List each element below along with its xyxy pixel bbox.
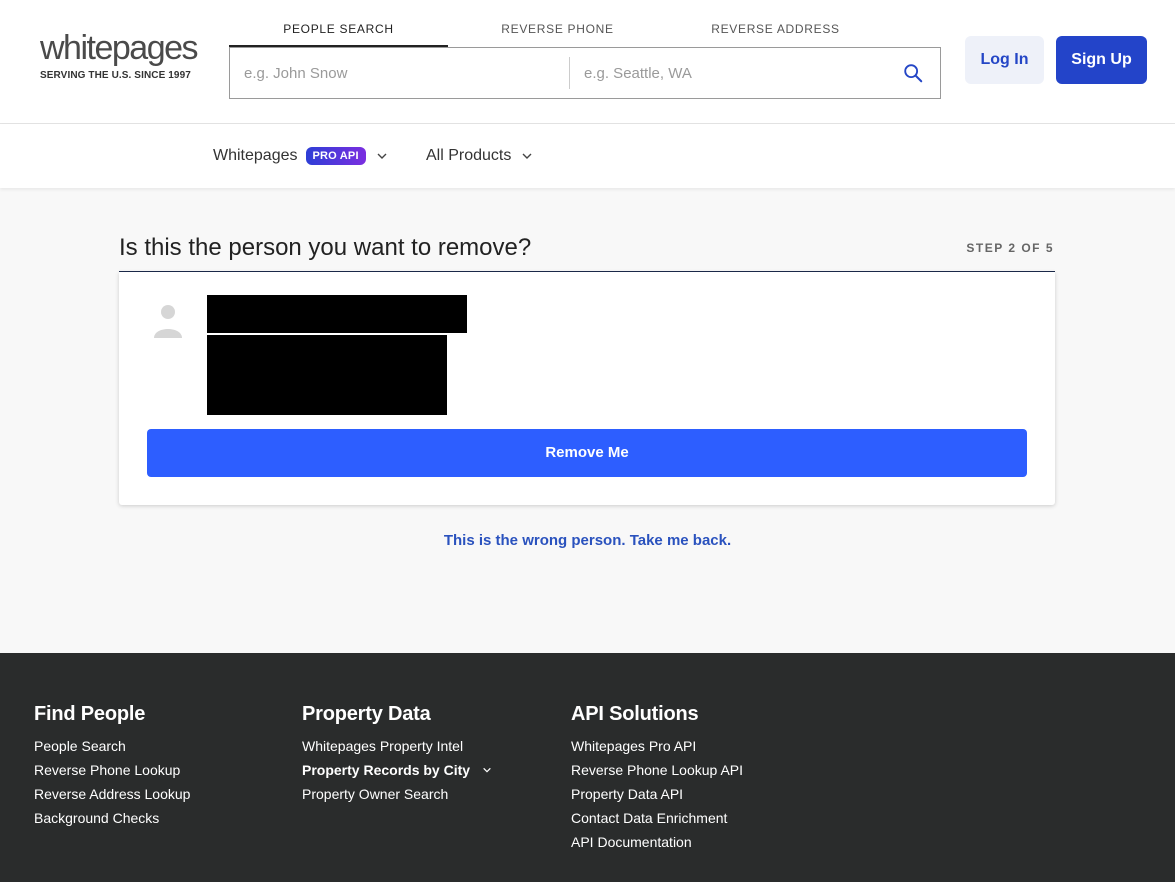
chevron-down-icon [483,767,491,773]
sub-navigation: Whitepages PRO API All Products [0,124,1175,188]
footer-link-people-search[interactable]: People Search [34,734,190,758]
whitepages-pro-menu[interactable]: Whitepages PRO API [213,124,388,188]
tab-people-search[interactable]: PEOPLE SEARCH [229,14,448,47]
page-title: Is this the person you want to remove? [119,234,532,261]
footer-column-find-people: Find People People Search Reverse Phone … [34,703,190,830]
search-box [229,47,941,99]
chevron-down-icon [522,153,532,159]
footer-column-api-solutions: API Solutions Whitepages Pro API Reverse… [571,703,743,854]
whitepages-logo[interactable]: whitepages SERVING THE U.S. SINCE 1997 [40,29,199,86]
footer-heading: Property Data [302,703,431,725]
login-button[interactable]: Log In [965,36,1044,84]
logo-wordmark: whitepages [40,29,199,67]
person-icon [154,305,182,338]
search-tabs: PEOPLE SEARCH REVERSE PHONE REVERSE ADDR… [229,14,886,47]
wrong-person-back-link[interactable]: This is the wrong person. Take me back. [0,532,1175,549]
site-footer: Find People People Search Reverse Phone … [0,653,1175,882]
all-products-label: All Products [426,147,512,164]
pro-api-badge: PRO API [305,147,366,165]
search-icon [904,64,923,83]
step-indicator: STEP 2 OF 5 [966,241,1054,255]
tab-reverse-phone[interactable]: REVERSE PHONE [448,14,667,47]
footer-link-property-records-by-city[interactable]: Property Records by City [302,758,492,782]
name-search-input[interactable] [230,48,569,98]
footer-column-property-data: Property Data Whitepages Property Intel … [302,703,492,806]
redacted-name [207,295,467,333]
remove-me-button[interactable]: Remove Me [147,429,1027,477]
footer-link-property-intel[interactable]: Whitepages Property Intel [302,734,492,758]
tab-reverse-address[interactable]: REVERSE ADDRESS [666,14,885,47]
footer-heading: Find People [34,703,146,725]
site-header: whitepages SERVING THE U.S. SINCE 1997 P… [0,0,1175,124]
footer-link-api-documentation[interactable]: API Documentation [571,830,743,854]
footer-link-reverse-address-lookup[interactable]: Reverse Address Lookup [34,782,190,806]
person-card: Remove Me [119,272,1055,505]
footer-link-property-owner-search[interactable]: Property Owner Search [302,782,492,806]
all-products-menu[interactable]: All Products [426,124,533,188]
location-search-input[interactable] [570,48,890,98]
footer-link-label: Property Records by City [302,762,471,778]
footer-link-reverse-phone-api[interactable]: Reverse Phone Lookup API [571,758,743,782]
redacted-details [207,335,447,415]
footer-link-contact-data-enrichment[interactable]: Contact Data Enrichment [571,806,743,830]
chevron-down-icon [377,153,387,159]
footer-link-background-checks[interactable]: Background Checks [34,806,190,830]
signup-button[interactable]: Sign Up [1056,36,1147,84]
whitepages-menu-label: Whitepages [213,147,298,164]
footer-link-reverse-phone-lookup[interactable]: Reverse Phone Lookup [34,758,190,782]
logo-tagline: SERVING THE U.S. SINCE 1997 [40,70,191,81]
footer-link-property-data-api[interactable]: Property Data API [571,782,743,806]
search-button[interactable] [902,62,926,86]
footer-heading: API Solutions [571,703,699,725]
footer-link-pro-api[interactable]: Whitepages Pro API [571,734,743,758]
